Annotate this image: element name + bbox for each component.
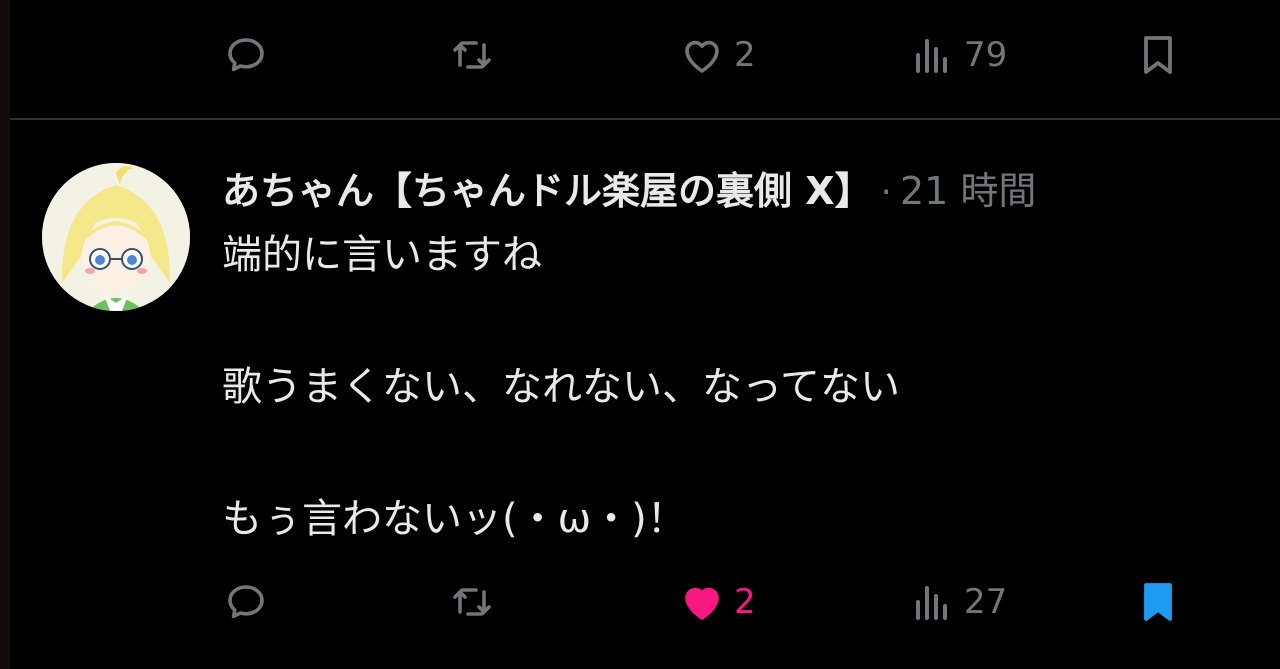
reply-icon <box>228 585 264 619</box>
repost-icon <box>453 588 491 616</box>
bookmark-button[interactable] <box>1134 577 1182 627</box>
repost-button[interactable] <box>448 30 504 80</box>
previous-post-action-bar: 2 79 <box>222 30 1182 80</box>
like-count: 2 <box>734 35 756 75</box>
views-button[interactable]: 27 <box>908 577 1007 627</box>
like-button[interactable]: 2 <box>678 30 756 80</box>
like-button[interactable]: 2 <box>678 577 756 627</box>
reply-button[interactable] <box>222 30 278 80</box>
bookmark-icon <box>1144 583 1172 621</box>
post-action-bar: 2 27 <box>222 577 1182 627</box>
views-icon <box>916 39 947 73</box>
views-button[interactable]: 79 <box>908 30 1007 80</box>
bookmark-icon <box>1144 36 1172 74</box>
separator-dot: · <box>880 172 892 213</box>
like-count: 2 <box>734 582 756 622</box>
views-count: 27 <box>964 582 1008 622</box>
reply-icon <box>228 38 264 72</box>
heart-icon <box>685 40 719 73</box>
author-name[interactable]: あちゃん【ちゃんドル楽屋の裏側 X】 <box>222 160 873 215</box>
views-count: 79 <box>964 35 1008 75</box>
views-icon <box>916 586 947 620</box>
avatar[interactable] <box>42 163 190 311</box>
repost-button[interactable] <box>448 577 504 627</box>
post-line: 端的に言いますね <box>222 232 542 278</box>
reply-button[interactable] <box>222 577 278 627</box>
repost-icon <box>453 41 491 69</box>
bookmark-button[interactable] <box>1134 30 1182 80</box>
post-divider <box>10 118 1280 120</box>
heart-icon <box>685 587 719 620</box>
timestamp[interactable]: 21 時間 <box>900 160 1036 215</box>
post-header: あちゃん【ちゃんドル楽屋の裏側 X】 · 21 時間 <box>222 160 1036 215</box>
avatar-image <box>42 163 190 311</box>
window-edge <box>0 0 10 669</box>
post-line: もぅ言わないッ(・ω・)！ <box>222 496 687 542</box>
post-text: 端的に言いますね 歌うまくない、なれない、なってない もぅ言わないッ(・ω・)！ <box>222 222 900 552</box>
post-line: 歌うまくない、なれない、なってない <box>222 364 900 410</box>
